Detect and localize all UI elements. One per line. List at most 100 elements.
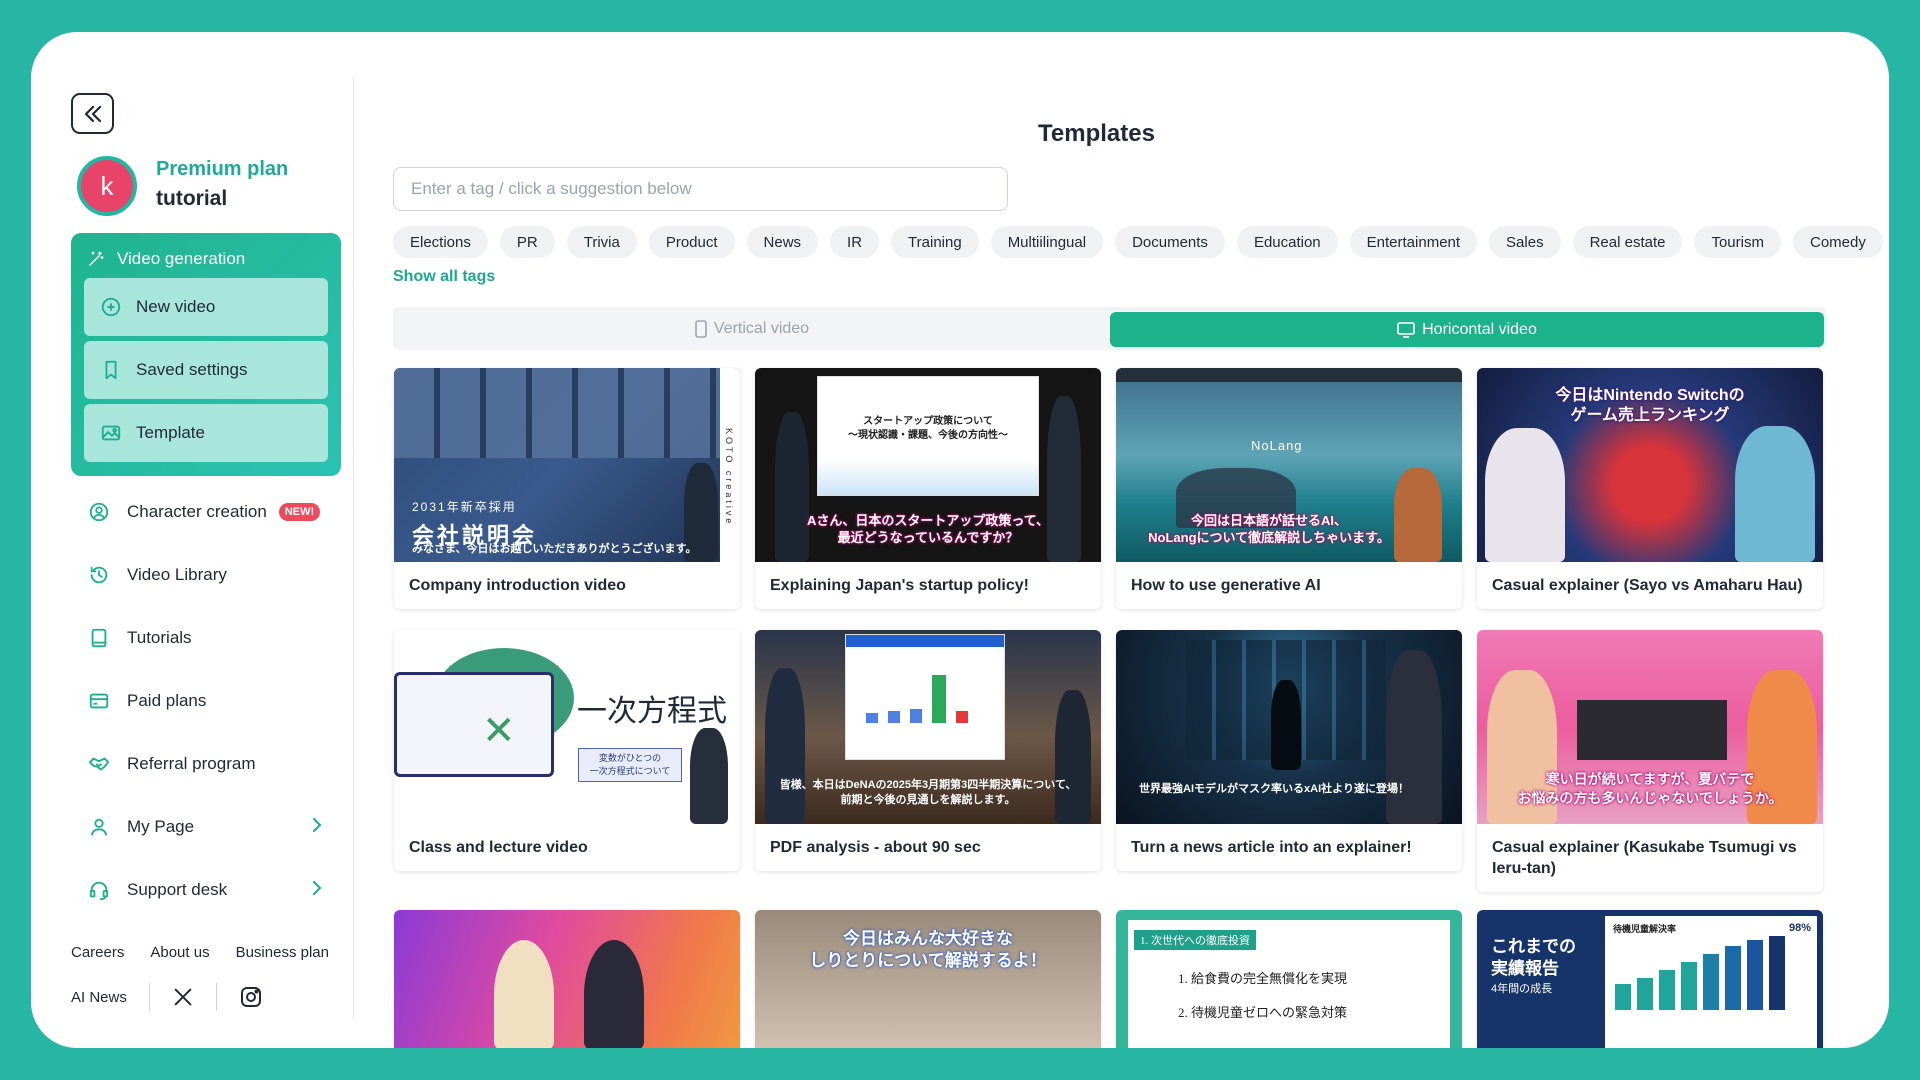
ai-news-link[interactable]: AI News — [71, 989, 127, 1006]
template-card-news-explainer[interactable]: 世界最強AIモデルがマスク率いるxAI社より遂に登場！ Turn a news … — [1116, 630, 1462, 871]
video-generation-panel: Video generation New video Saved setting… — [71, 233, 341, 476]
user-icon — [87, 815, 111, 839]
tag-multilingual[interactable]: Multiilingual — [990, 226, 1104, 258]
careers-link[interactable]: Careers — [71, 944, 124, 961]
show-all-tags-link[interactable]: Show all tags — [393, 268, 495, 286]
avatar[interactable]: k — [77, 156, 137, 216]
thumb-bar — [1725, 946, 1741, 1010]
template-card-startup-policy[interactable]: スタートアップ政策について 〜現状認識・課題、今後の方向性〜 Aさん、日本のスタ… — [755, 368, 1101, 609]
character-figure — [584, 940, 644, 1048]
thumb-bar — [932, 675, 946, 723]
nav-character-creation[interactable]: Character creation NEW! — [71, 488, 343, 536]
footer-social: AI News — [71, 983, 263, 1011]
app-window: k Premium plan tutorial Video generation… — [31, 32, 1889, 1048]
template-title: Explaining Japan's startup policy! — [770, 577, 1029, 594]
template-button[interactable]: Template — [84, 404, 328, 462]
thumb-logo: NoLang — [1251, 438, 1303, 453]
instagram-icon[interactable] — [239, 985, 263, 1009]
template-title: How to use generative AI — [1131, 577, 1321, 594]
template-title: Casual explainer (Sayo vs Amaharu Hau) — [1492, 577, 1803, 594]
video-generation-header: Video generation — [87, 249, 245, 269]
saved-settings-button[interactable]: Saved settings — [84, 341, 328, 399]
x-logo-icon[interactable] — [172, 986, 194, 1008]
orientation-toggle: Vertical video Horicontal video — [393, 307, 1827, 350]
nav-video-library[interactable]: Video Library — [71, 551, 343, 599]
vertical-video-tab[interactable]: Vertical video — [393, 307, 1110, 350]
template-thumbnail: 今日はみんな大好きな しりとりについて解説するよ！ — [755, 910, 1101, 1048]
tag-pr[interactable]: PR — [499, 226, 555, 258]
divider — [215, 983, 217, 1011]
tag-training[interactable]: Training — [891, 226, 979, 258]
thumb-bar — [866, 713, 878, 723]
thumb-heading: 今日はみんな大好きな しりとりについて解説するよ！ — [809, 929, 1047, 970]
about-us-link[interactable]: About us — [150, 944, 209, 961]
nav-my-page[interactable]: My Page — [71, 803, 343, 851]
tag-ir[interactable]: IR — [830, 226, 880, 258]
thumb-bar — [1681, 962, 1697, 1010]
collapse-sidebar-button[interactable] — [71, 93, 114, 134]
magic-wand-icon — [89, 251, 104, 266]
template-thumbnail: 世界最強AIモデルがマスク率いるxAI社より遂に登場！ — [1116, 630, 1462, 824]
tag-real-estate[interactable]: Real estate — [1572, 226, 1683, 258]
new-video-button[interactable]: New video — [84, 278, 328, 336]
template-thumbnail: 1. 次世代への徹底投資 1. 給食費の完全無償化を実現 2. 待機児童ゼロへの… — [1116, 910, 1462, 1048]
nav-tutorials[interactable]: Tutorials — [71, 614, 343, 662]
thumb-heading: 1. 次世代への徹底投資 — [1134, 930, 1256, 950]
tag-news[interactable]: News — [746, 226, 819, 258]
chevron-right-icon — [313, 881, 322, 895]
template-thumbnail: 皆様、本日はDeNAの2025年3月期第3四半期決算について、 前期と今後の見通… — [755, 630, 1101, 824]
x-mark-icon: ✕ — [482, 709, 516, 753]
template-card-row3-1[interactable] — [394, 910, 740, 1048]
thumb-caption: 皆様、本日はDeNAの2025年3月期第3四半期決算について、 前期と今後の見通… — [779, 779, 1077, 806]
business-plan-link[interactable]: Business plan — [236, 944, 329, 961]
nav-referral-program[interactable]: Referral program — [71, 740, 343, 788]
nav-video-library-label: Video Library — [127, 565, 227, 584]
nav-support-desk[interactable]: Support desk — [71, 866, 343, 914]
plus-circle-icon — [101, 297, 121, 317]
tag-entertainment[interactable]: Entertainment — [1349, 226, 1478, 258]
template-thumbnail: ✕ 一次方程式 変数がひとつの 一次方程式について — [394, 630, 740, 824]
monitor-icon — [1397, 321, 1415, 338]
template-card-casual-sayo[interactable]: 今日はNintendo Switchの ゲーム売上ランキング Casual ex… — [1477, 368, 1823, 609]
tag-elections[interactable]: Elections — [393, 226, 488, 258]
footer-links: Careers About us Business plan — [71, 944, 329, 961]
template-card-pdf-analysis[interactable]: 皆様、本日はDeNAの2025年3月期第3四半期決算について、 前期と今後の見通… — [755, 630, 1101, 871]
thumb-text: 1. 給食費の完全無償化を実現 — [1178, 971, 1348, 986]
template-card-generative-ai[interactable]: NoLang 今回は日本語が話せるAI、 NoLangについて徹底解説しちゃいま… — [1116, 368, 1462, 609]
thumb-slide-decor — [818, 459, 1038, 495]
template-title: PDF analysis - about 90 sec — [770, 839, 981, 856]
tag-search-input[interactable] — [393, 167, 1008, 211]
template-card-company-introduction[interactable]: KOTO creative 2031年新卒採用 会社説明会 みなさま、今日はお越… — [394, 368, 740, 609]
history-icon — [87, 563, 111, 587]
tag-documents[interactable]: Documents — [1115, 226, 1225, 258]
tag-tourism[interactable]: Tourism — [1694, 226, 1781, 258]
thumb-bar — [888, 711, 900, 723]
horizontal-video-tab[interactable]: Horicontal video — [1110, 312, 1824, 347]
tag-education[interactable]: Education — [1236, 226, 1338, 258]
template-card-class-lecture[interactable]: ✕ 一次方程式 変数がひとつの 一次方程式について Class and lect… — [394, 630, 740, 871]
nav-paid-plans[interactable]: Paid plans — [71, 677, 343, 725]
template-card-row3-4[interactable]: これまでの 実績報告 4年間の成長 待機児童解決率 98% — [1477, 910, 1823, 1048]
thumb-caption: 今回は日本語が話せるAI、 NoLangについて徹底解説しちゃいます。 — [1148, 513, 1390, 545]
character-figure — [1386, 650, 1442, 824]
template-card-casual-kasukabe[interactable]: 寒い日が続いてますが、夏バテで お悩みの方も多いんじゃないでしょうか。 Casu… — [1477, 630, 1823, 892]
template-title: Casual explainer (Kasukabe Tsumugi vs Ie… — [1492, 839, 1797, 877]
template-thumbnail: NoLang 今回は日本語が話せるAI、 NoLangについて徹底解説しちゃいま… — [1116, 368, 1462, 562]
tag-product[interactable]: Product — [648, 226, 735, 258]
template-title: Class and lecture video — [409, 839, 588, 856]
thumb-bar — [910, 709, 922, 723]
chevron-right-icon — [313, 818, 322, 832]
template-thumbnail: これまでの 実績報告 4年間の成長 待機児童解決率 98% — [1477, 910, 1823, 1048]
template-card-row3-2[interactable]: 今日はみんな大好きな しりとりについて解説するよ！ — [755, 910, 1101, 1048]
video-generation-label: Video generation — [117, 249, 246, 268]
vertical-video-label: Vertical video — [713, 319, 810, 337]
tag-comedy[interactable]: Comedy — [1792, 226, 1883, 258]
tag-sales[interactable]: Sales — [1489, 226, 1561, 258]
nav-my-page-label: My Page — [127, 817, 195, 836]
tag-trivia[interactable]: Trivia — [566, 226, 637, 258]
template-card-row3-3[interactable]: 1. 次世代への徹底投資 1. 給食費の完全無償化を実現 2. 待機児童ゼロへの… — [1116, 910, 1462, 1048]
user-name: tutorial — [156, 187, 228, 210]
thumb-monitor — [394, 672, 554, 777]
tag-suggestions: Elections PR Trivia Product News IR Trai… — [393, 226, 1883, 258]
thumb-background — [394, 368, 740, 458]
